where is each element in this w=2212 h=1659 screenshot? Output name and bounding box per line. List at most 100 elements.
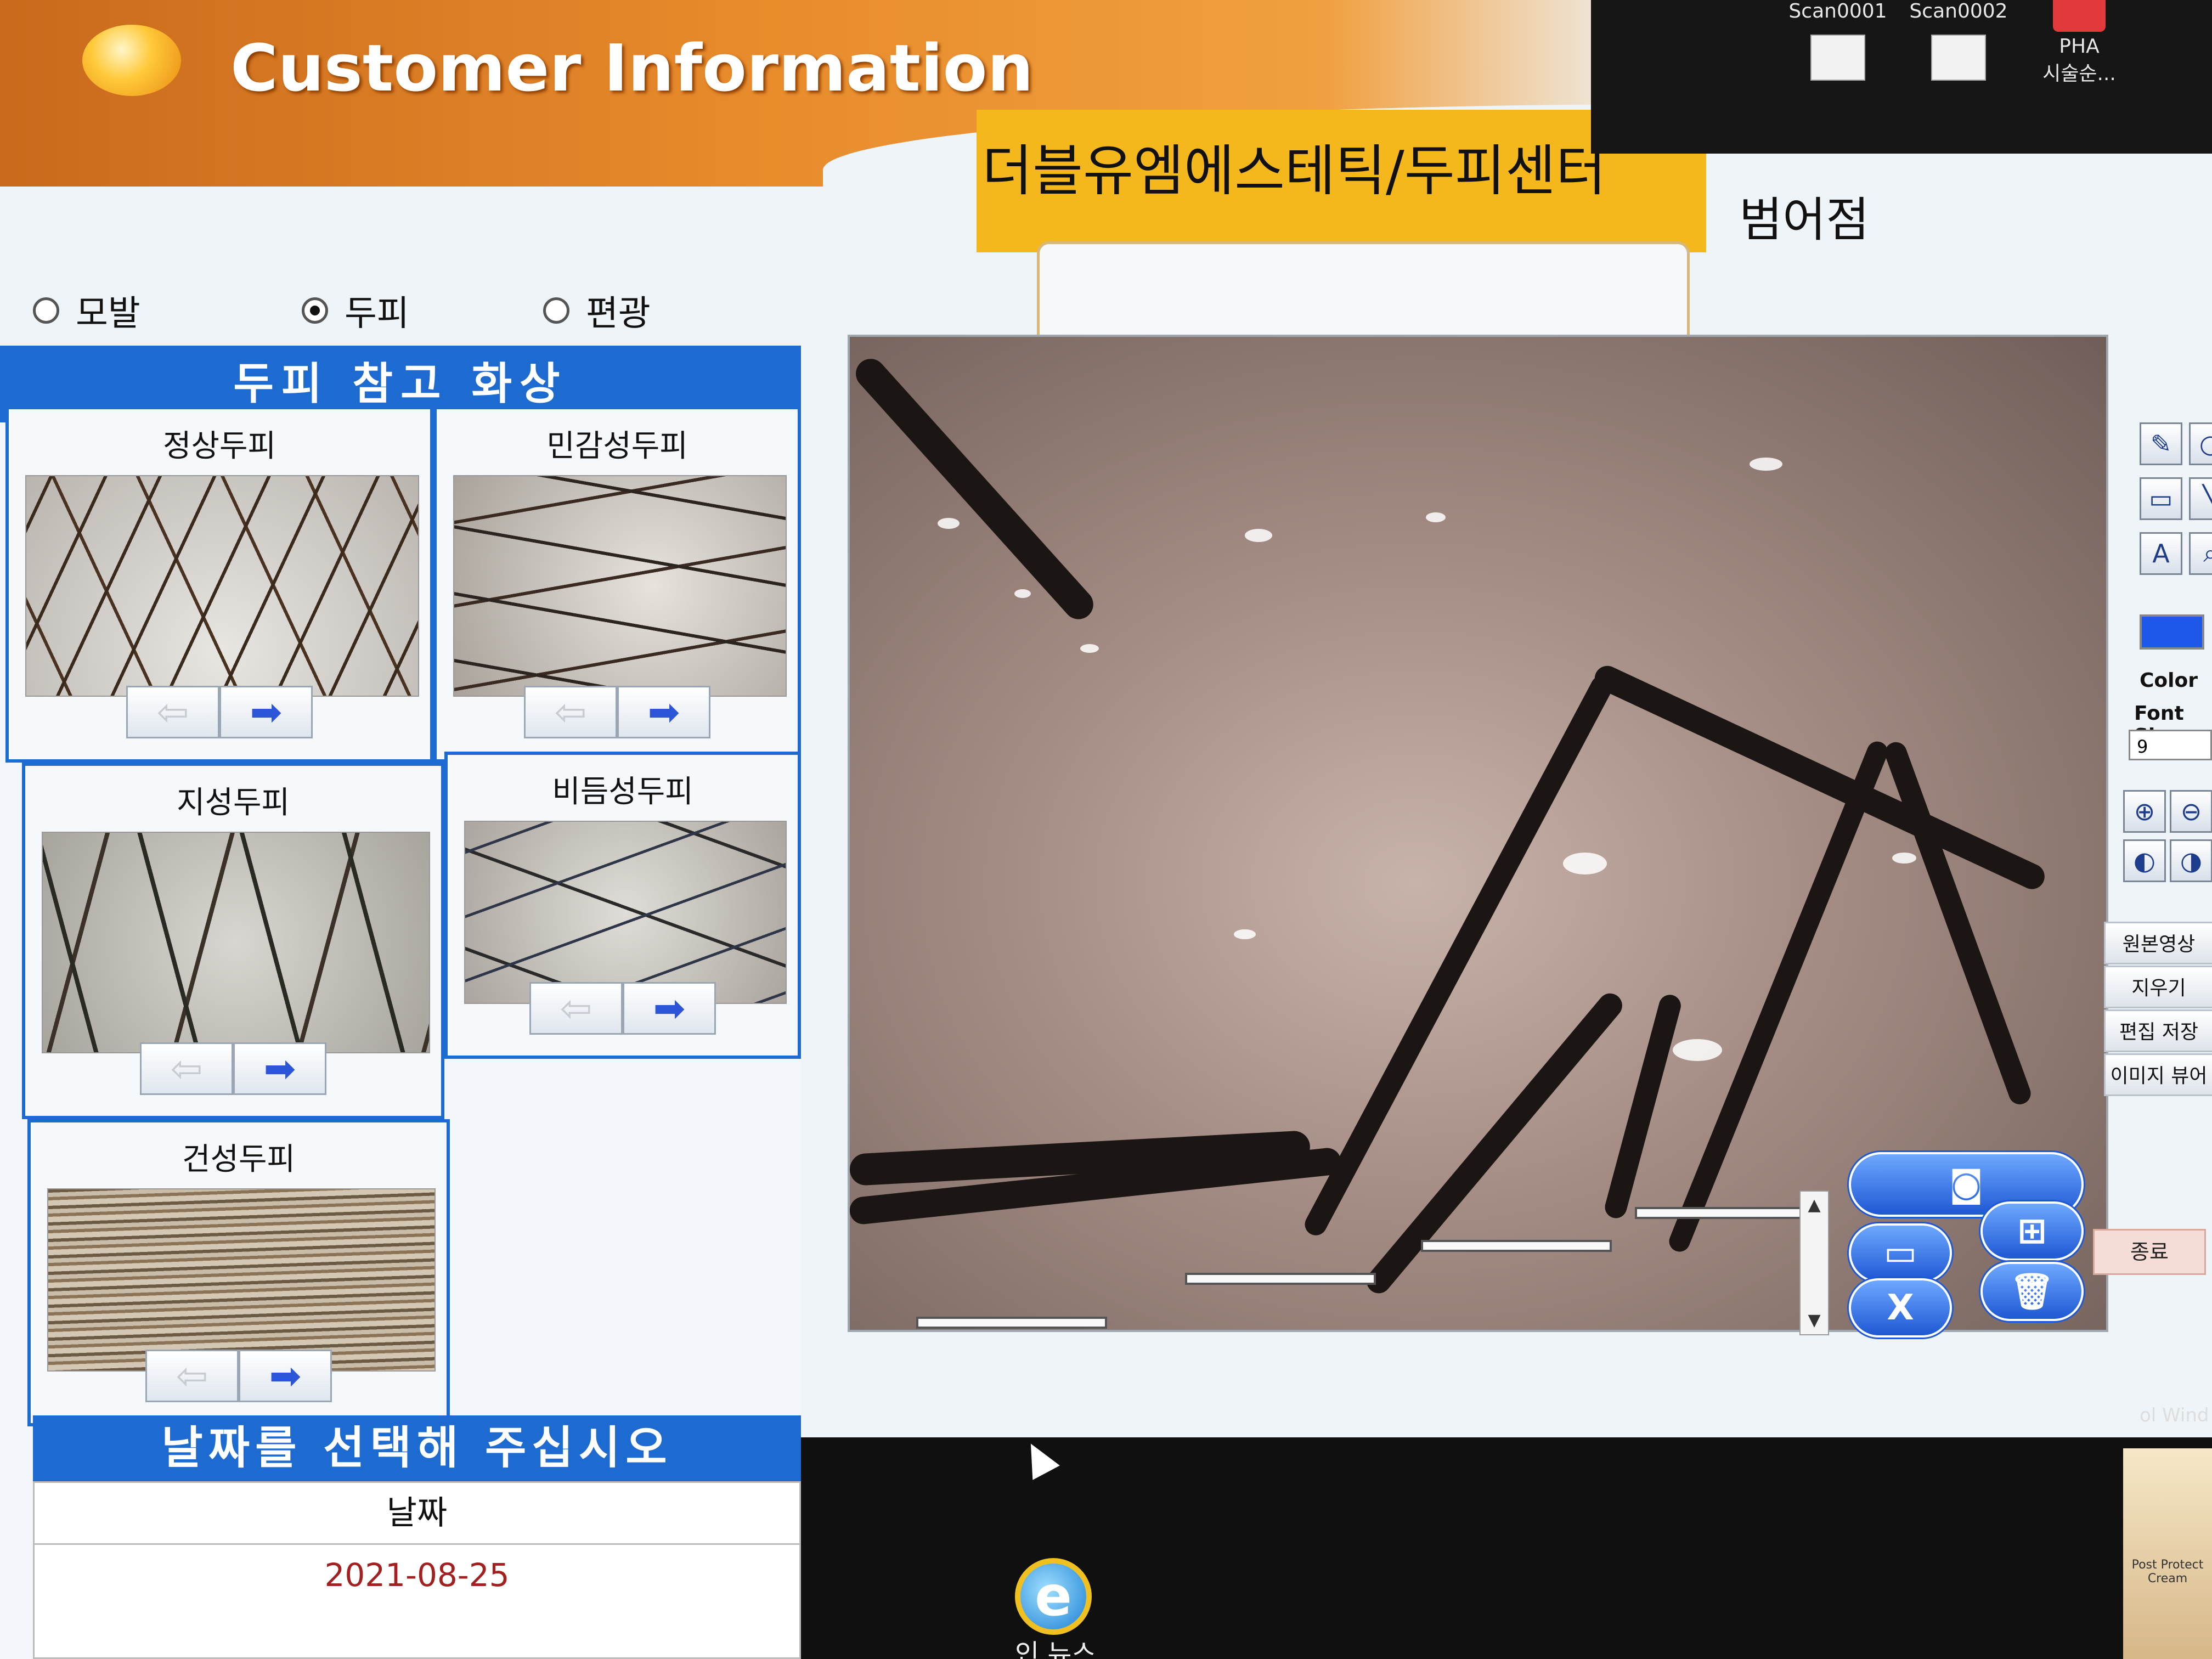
- ref-dandruff-scalp: 비듬성두피 ⇦ ➡: [444, 752, 801, 1059]
- radio-hair[interactable]: 모발: [33, 285, 140, 336]
- trash-icon[interactable]: 🗑: [1980, 1262, 2084, 1321]
- scalp-flake: [1014, 589, 1031, 598]
- desktop-icon-pha[interactable]: PHA 시술순...: [2030, 0, 2129, 86]
- desktop-area: Scan0001 Scan0002 PHA 시술순...: [1591, 0, 2212, 154]
- date-section-title: 날짜를 선택해 주십시오: [33, 1415, 801, 1481]
- product-label: Post Protect Cream: [2131, 1558, 2204, 1585]
- scalp-flake: [1892, 853, 1916, 864]
- half-circle-left-icon[interactable]: ◐: [2123, 839, 2166, 882]
- ref-label: 정상두피: [162, 428, 276, 464]
- zoom-tool-icon[interactable]: ⌕: [2189, 532, 2212, 575]
- pencil-icon[interactable]: ✎: [2140, 422, 2182, 465]
- line-tool-icon[interactable]: ╲: [2189, 477, 2212, 520]
- ref-image[interactable]: [42, 832, 430, 1053]
- crosshair-icon[interactable]: ⊕: [2123, 790, 2166, 833]
- radio-label: 편광: [586, 294, 651, 334]
- date-row[interactable]: 2021-08-25: [35, 1545, 799, 1605]
- erase-button[interactable]: 지우기: [2104, 966, 2212, 1008]
- ref-oily-scalp: 지성두피 ⇦ ➡: [22, 763, 444, 1119]
- scalp-flake: [1750, 458, 1782, 471]
- ref-nav: ⇦ ➡: [145, 1350, 332, 1402]
- desktop-icon-scan0002[interactable]: Scan0002: [1909, 0, 2008, 81]
- hair-strand: [850, 352, 1099, 625]
- ref-image[interactable]: [453, 475, 787, 697]
- hair-strand: [1602, 992, 1684, 1221]
- radio-label: 모발: [76, 294, 140, 334]
- ref-sensitive-scalp: 민감성두피 ⇦ ➡: [433, 406, 801, 763]
- exit-button[interactable]: 종료: [2093, 1229, 2206, 1275]
- scroll-down-icon[interactable]: ▼: [1801, 1307, 1828, 1334]
- scalp-flake: [1673, 1039, 1722, 1061]
- hair-strand: [1590, 662, 2049, 894]
- arrow-left-icon[interactable]: ⇦: [524, 686, 617, 738]
- ref-nav: ⇦ ➡: [140, 1042, 326, 1095]
- ref-label: 비듬성두피: [552, 774, 693, 810]
- arrow-right-icon[interactable]: ➡: [233, 1042, 326, 1095]
- document-icon: [1810, 35, 1865, 81]
- desktop-icon-label: Scan0002: [1909, 0, 2008, 22]
- ref-image[interactable]: [47, 1188, 436, 1372]
- capture-thumb-slot[interactable]: [1421, 1240, 1612, 1252]
- arrow-right-icon[interactable]: ➡: [219, 686, 313, 738]
- radio-scalp[interactable]: 두피: [302, 285, 409, 336]
- windows-watermark: ol Wind: [2140, 1404, 2209, 1426]
- radio-dot: [33, 297, 59, 324]
- rectangle-tool-icon[interactable]: ▭: [2140, 477, 2182, 520]
- ref-nav: ⇦ ➡: [529, 982, 716, 1035]
- delete-button[interactable]: X: [1849, 1278, 1952, 1338]
- circle-tool-icon[interactable]: ○: [2189, 422, 2212, 465]
- image-viewer-button[interactable]: 이미지 뷰어: [2104, 1053, 2212, 1096]
- capture-thumb-slot[interactable]: [1185, 1273, 1376, 1285]
- internet-explorer-icon[interactable]: e: [1015, 1558, 1092, 1635]
- ref-nav: ⇦ ➡: [126, 686, 313, 738]
- shop-name: 더블유엠에스테틱/두피센터: [982, 139, 1606, 203]
- color-swatch[interactable]: [2140, 614, 2204, 650]
- half-circle-right-icon[interactable]: ◑: [2170, 839, 2212, 882]
- shop-branch: 범어점: [1739, 193, 1870, 247]
- original-image-button[interactable]: 원본영상: [2104, 922, 2212, 964]
- font-size-select[interactable]: 9: [2129, 730, 2212, 760]
- target-minus-icon[interactable]: ⊖: [2170, 790, 2212, 833]
- desktop-icon-scan0001[interactable]: Scan0001: [1788, 0, 1887, 81]
- date-table: 날짜 2021-08-25: [33, 1481, 801, 1659]
- ref-nav: ⇦ ➡: [524, 686, 710, 738]
- logo-icon: [82, 25, 181, 96]
- capture-thumb-slot[interactable]: [1635, 1207, 1826, 1219]
- save-edit-button[interactable]: 편집 저장: [2104, 1009, 2212, 1052]
- arrow-left-icon[interactable]: ⇦: [529, 982, 623, 1035]
- taskbar-label: 인 뉴스: [1015, 1639, 1096, 1659]
- arrow-right-icon[interactable]: ➡: [239, 1350, 332, 1402]
- arrow-right-icon[interactable]: ➡: [623, 982, 716, 1035]
- scalp-flake: [1080, 644, 1099, 653]
- capture-thumb-slot[interactable]: [916, 1317, 1107, 1329]
- ref-label: 민감성두피: [546, 428, 688, 464]
- text-tool-icon[interactable]: A: [2140, 532, 2182, 575]
- thumb-scrollbar[interactable]: ▲ ▼: [1799, 1190, 1829, 1335]
- pdf-icon: [2053, 0, 2106, 32]
- document-icon: [1931, 35, 1986, 81]
- desktop-icon-label: Scan0001: [1788, 0, 1887, 22]
- arrow-left-icon[interactable]: ⇦: [126, 686, 219, 738]
- scroll-up-icon[interactable]: ▲: [1801, 1192, 1828, 1219]
- scalp-flake: [1563, 853, 1607, 874]
- customer-info-window: Customer Information 더블유엠에스테틱/두피센터 범어점 모…: [0, 0, 2212, 1659]
- ref-normal-scalp: 정상두피 ⇦ ➡: [5, 406, 433, 763]
- radio-polarized[interactable]: 편광: [543, 285, 651, 336]
- arrow-left-icon[interactable]: ⇦: [140, 1042, 233, 1095]
- product-box: Post Protect Cream: [2123, 1448, 2212, 1659]
- single-view-button[interactable]: ▭: [1849, 1223, 1952, 1283]
- ref-label: 지성두피: [176, 785, 290, 821]
- ref-image[interactable]: [25, 475, 419, 697]
- taskbar: [801, 1437, 2212, 1659]
- hair-strand: [1301, 672, 1617, 1239]
- ref-image[interactable]: [464, 821, 787, 1004]
- quad-view-button[interactable]: ⊞: [1980, 1201, 2084, 1261]
- scalp-flake: [1426, 512, 1446, 522]
- arrow-left-icon[interactable]: ⇦: [145, 1350, 239, 1402]
- color-label: Color: [2140, 669, 2198, 692]
- arrow-right-icon[interactable]: ➡: [617, 686, 710, 738]
- radio-dot-selected: [302, 297, 328, 324]
- radio-label: 두피: [345, 294, 409, 334]
- scalp-flake: [1234, 929, 1256, 939]
- hair-strand: [1882, 739, 2034, 1108]
